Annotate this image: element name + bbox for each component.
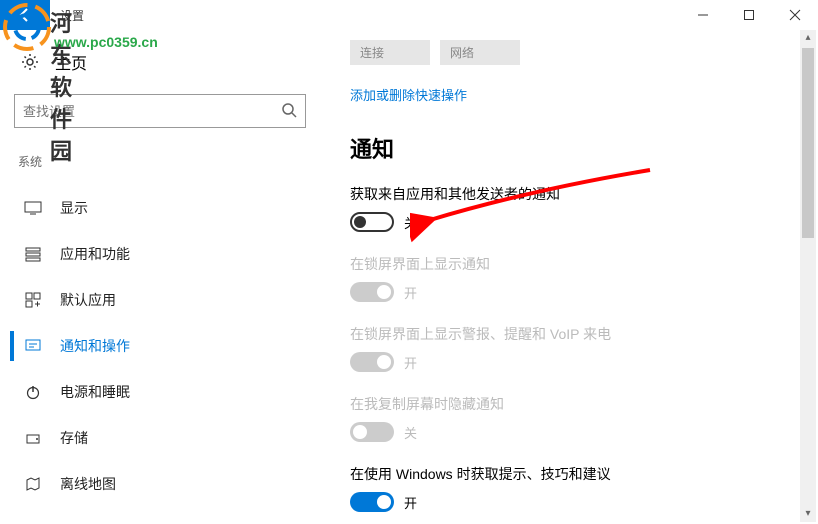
notify-icon bbox=[24, 338, 42, 354]
setting-label: 在我复制屏幕时隐藏通知 bbox=[350, 394, 788, 414]
nav-label: 显示 bbox=[60, 198, 88, 218]
toggle-state: 关 bbox=[404, 213, 417, 232]
section-title: 通知 bbox=[350, 132, 788, 164]
storage-icon bbox=[24, 430, 42, 446]
setting-label: 在使用 Windows 时获取提示、技巧和建议 bbox=[350, 464, 788, 484]
toggle-switch bbox=[350, 282, 394, 302]
nav-label: 应用和功能 bbox=[60, 244, 130, 264]
nav-item-defaults[interactable]: 默认应用 bbox=[10, 277, 310, 323]
toggle-state: 开 bbox=[404, 353, 417, 372]
home-label: 主页 bbox=[55, 50, 87, 74]
apps-icon bbox=[24, 246, 42, 262]
window-title: 设置 bbox=[60, 7, 84, 24]
vertical-scrollbar[interactable]: ▴ ▾ bbox=[800, 30, 816, 522]
display-icon bbox=[24, 201, 42, 215]
nav-item-apps[interactable]: 应用和功能 bbox=[10, 231, 310, 277]
nav-item-storage[interactable]: 存储 bbox=[10, 415, 310, 461]
sidebar: 主页 系统 显示 应用和功能 默认应用 通知和操作 bbox=[0, 30, 320, 524]
search-box[interactable] bbox=[14, 94, 306, 128]
nav-label: 存储 bbox=[60, 428, 88, 448]
defaults-icon bbox=[24, 292, 42, 308]
add-remove-quick-actions-link[interactable]: 添加或删除快速操作 bbox=[350, 85, 788, 104]
nav-item-display[interactable]: 显示 bbox=[10, 185, 310, 231]
nav-label: 通知和操作 bbox=[60, 336, 130, 356]
toggle-switch[interactable] bbox=[350, 492, 394, 512]
window-controls bbox=[680, 0, 818, 30]
nav-item-power[interactable]: 电源和睡眠 bbox=[10, 369, 310, 415]
maximize-button[interactable] bbox=[726, 0, 772, 30]
tile-connect[interactable]: 连接 bbox=[350, 40, 430, 65]
setting-tips: 在使用 Windows 时获取提示、技巧和建议 开 bbox=[350, 464, 788, 512]
setting-lockscreen-notify: 在锁屏界面上显示通知 开 bbox=[350, 254, 788, 302]
setting-hide-on-duplicate: 在我复制屏幕时隐藏通知 关 bbox=[350, 394, 788, 442]
toggle-state: 关 bbox=[404, 423, 417, 442]
main-panel: 连接 网络 添加或删除快速操作 通知 获取来自应用和其他发送者的通知 关 在锁屏… bbox=[320, 30, 818, 524]
toggle-switch[interactable] bbox=[350, 212, 394, 232]
nav-list: 显示 应用和功能 默认应用 通知和操作 电源和睡眠 存储 bbox=[10, 185, 310, 507]
toggle-state: 开 bbox=[404, 283, 417, 302]
toggle-switch bbox=[350, 352, 394, 372]
scroll-thumb[interactable] bbox=[802, 48, 814, 238]
titlebar: 设置 bbox=[0, 0, 818, 30]
minimize-button[interactable] bbox=[680, 0, 726, 30]
power-icon bbox=[24, 384, 42, 400]
home-row[interactable]: 主页 bbox=[10, 45, 310, 79]
setting-label: 在锁屏界面上显示通知 bbox=[350, 254, 788, 274]
setting-get-notifications: 获取来自应用和其他发送者的通知 关 bbox=[350, 184, 788, 232]
setting-label: 获取来自应用和其他发送者的通知 bbox=[350, 184, 788, 204]
tile-network[interactable]: 网络 bbox=[440, 40, 520, 65]
search-input[interactable] bbox=[23, 104, 281, 119]
quick-action-tiles: 连接 网络 bbox=[350, 40, 788, 65]
scroll-down-arrow[interactable]: ▾ bbox=[800, 506, 816, 522]
nav-label: 电源和睡眠 bbox=[60, 382, 130, 402]
back-button[interactable] bbox=[0, 0, 50, 30]
category-label: 系统 bbox=[18, 153, 310, 170]
close-button[interactable] bbox=[772, 0, 818, 30]
setting-label: 在锁屏界面上显示警报、提醒和 VoIP 来电 bbox=[350, 324, 788, 344]
toggle-switch bbox=[350, 422, 394, 442]
toggle-state: 开 bbox=[404, 493, 417, 512]
content-area: 主页 系统 显示 应用和功能 默认应用 通知和操作 bbox=[0, 30, 818, 524]
setting-lockscreen-alarms: 在锁屏界面上显示警报、提醒和 VoIP 来电 开 bbox=[350, 324, 788, 372]
scroll-up-arrow[interactable]: ▴ bbox=[800, 30, 816, 46]
search-icon bbox=[281, 102, 297, 121]
nav-label: 默认应用 bbox=[60, 290, 116, 310]
nav-label: 离线地图 bbox=[60, 474, 116, 494]
nav-item-maps[interactable]: 离线地图 bbox=[10, 461, 310, 507]
gear-icon bbox=[20, 52, 40, 72]
nav-item-notifications[interactable]: 通知和操作 bbox=[10, 323, 310, 369]
map-icon bbox=[24, 476, 42, 492]
